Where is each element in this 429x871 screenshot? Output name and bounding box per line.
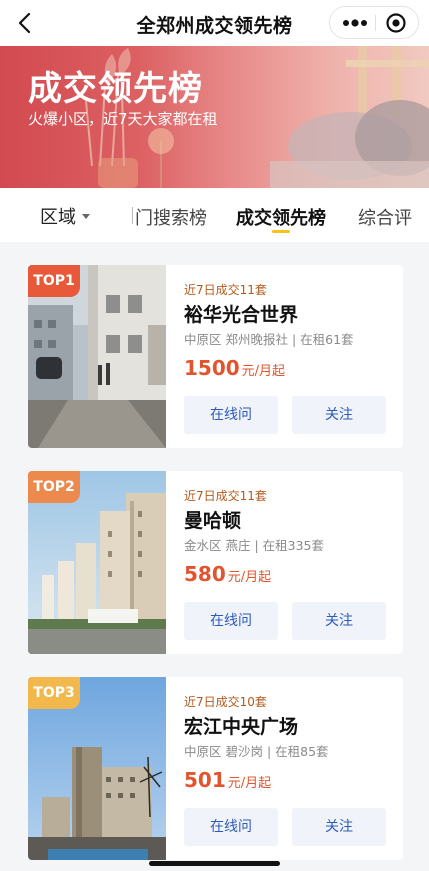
community-name: 宏江中央广场: [184, 716, 299, 738]
tab-overall[interactable]: 综合评: [358, 204, 412, 230]
community-name: 裕华光合世界: [184, 304, 299, 326]
ranking-tab-bar: 区域 门搜索榜 成交领先榜 综合评: [0, 188, 429, 242]
ranking-card[interactable]: TOP1 近7日成交11套 裕华光合世界 中原区 郑州晚报社 | 在租61套 1…: [28, 265, 403, 448]
price-unit: 元/月起: [227, 570, 272, 585]
hero-banner: 成交领先榜 火爆小区，近7天大家都在租: [0, 46, 429, 188]
price-unit: 元/月起: [227, 776, 272, 791]
price: 580 元/月起: [184, 562, 271, 586]
consult-button[interactable]: 在线问: [184, 602, 278, 640]
community-meta: 中原区 碧沙岗 | 在租85套: [184, 744, 329, 759]
home-indicator: [149, 861, 280, 866]
follow-button[interactable]: 关注: [292, 808, 386, 846]
consult-button[interactable]: 在线问: [184, 808, 278, 846]
area-filter-dropdown[interactable]: 区域: [40, 203, 90, 229]
more-dots-icon[interactable]: [338, 12, 372, 34]
consult-button[interactable]: 在线问: [184, 396, 278, 434]
nav-bar: 全郑州成交领先榜: [0, 0, 429, 46]
rank-badge: TOP2: [28, 471, 80, 503]
price-value: 501: [184, 768, 226, 792]
tab-divider: [132, 207, 133, 224]
caret-down-icon: [82, 213, 90, 219]
area-filter-label: 区域: [40, 207, 76, 228]
tab-hot-search[interactable]: 门搜索榜: [135, 204, 207, 230]
deal-count: 近7日成交11套: [184, 283, 267, 297]
tab-deal-leaders[interactable]: 成交领先榜: [236, 204, 326, 230]
follow-button[interactable]: 关注: [292, 602, 386, 640]
capsule-divider: [375, 15, 376, 31]
target-close-icon[interactable]: [383, 12, 409, 34]
deal-count: 近7日成交11套: [184, 489, 267, 503]
ranking-card[interactable]: TOP2 近7日成交11套 曼哈顿 金水区 燕庄 | 在租335套 580 元/月…: [28, 471, 403, 654]
mini-program-capsule: [329, 6, 419, 39]
price-value: 1500: [184, 356, 240, 380]
community-meta: 中原区 郑州晚报社 | 在租61套: [184, 332, 354, 347]
price-value: 580: [184, 562, 226, 586]
rank-badge: TOP1: [28, 265, 80, 297]
community-name: 曼哈顿: [184, 510, 242, 532]
card-info: 近7日成交10套 宏江中央广场 中原区 碧沙岗 | 在租85套 501 元/月起 …: [184, 677, 403, 860]
price: 501 元/月起: [184, 768, 271, 792]
community-meta: 金水区 燕庄 | 在租335套: [184, 538, 324, 553]
banner-subtitle: 火爆小区，近7天大家都在租: [28, 110, 218, 128]
card-info: 近7日成交11套 曼哈顿 金水区 燕庄 | 在租335套 580 元/月起 在线问…: [184, 471, 403, 654]
price: 1500 元/月起: [184, 356, 285, 380]
ranking-card[interactable]: TOP3 近7日成交10套 宏江中央广场 中原区 碧沙岗 | 在租85套 501…: [28, 677, 403, 860]
deal-count: 近7日成交10套: [184, 695, 267, 709]
follow-button[interactable]: 关注: [292, 396, 386, 434]
banner-title: 成交领先榜: [28, 69, 203, 109]
rank-badge: TOP3: [28, 677, 80, 709]
card-info: 近7日成交11套 裕华光合世界 中原区 郑州晚报社 | 在租61套 1500 元/…: [184, 265, 403, 448]
active-tab-indicator: [272, 230, 290, 233]
price-unit: 元/月起: [241, 364, 286, 379]
